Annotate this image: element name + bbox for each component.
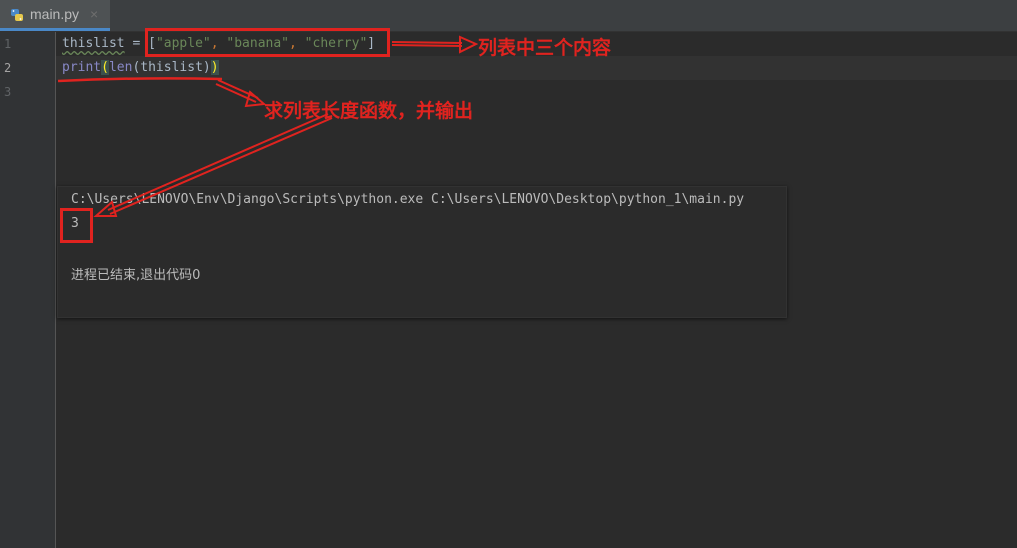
code-paren-close: )	[210, 60, 219, 75]
line-number-gutter: 1 2 3	[0, 32, 56, 548]
line-number-2: 2	[4, 61, 12, 75]
annotation-box-output	[60, 208, 93, 243]
console-exit-message: 进程已结束,退出代码0	[71, 268, 201, 283]
run-console[interactable]: C:\Users\LENOVO\Env\Django\Scripts\pytho…	[57, 186, 787, 318]
tab-filename: main.py	[30, 6, 80, 22]
code-paren-open: (	[101, 60, 109, 75]
line-number-3: 3	[4, 85, 12, 99]
code-inner-paren-close: )	[202, 60, 211, 75]
code-line-2[interactable]: print(len(thislist))	[62, 60, 219, 75]
code-var-thislist: thislist	[62, 36, 125, 51]
annotation-len-function: 求列表长度函数，并输出	[264, 100, 474, 122]
close-icon[interactable]: ×	[90, 6, 98, 22]
console-command-line: C:\Users\LENOVO\Env\Django\Scripts\pytho…	[71, 192, 745, 207]
code-len: len	[108, 60, 133, 75]
tab-main-py[interactable]: main.py ×	[0, 0, 110, 31]
line-number-1: 1	[4, 37, 12, 51]
python-file-icon	[11, 9, 23, 21]
code-print: print	[62, 60, 102, 75]
code-arg-thislist: thislist	[140, 60, 203, 75]
annotation-list-contents: 列表中三个内容	[478, 37, 612, 59]
annotation-box-list-literal	[145, 28, 390, 57]
